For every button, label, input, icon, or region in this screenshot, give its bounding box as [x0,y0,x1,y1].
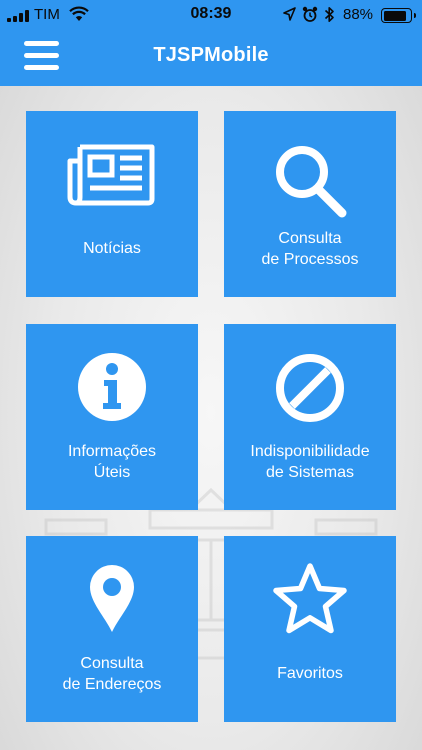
tile-label: Indisponibilidade de Sistemas [250,443,370,481]
app-header: TIM 08:39 88% TJSPMobile [0,0,422,86]
tile-consulta-enderecos[interactable]: Consulta de Endereços [26,536,198,722]
bluetooth-icon [324,7,334,22]
status-bar: TIM 08:39 88% [0,0,422,30]
tile-informacoes-uteis[interactable]: Informações Úteis [26,324,198,510]
tile-label: Favoritos [277,665,343,682]
tile-consulta-processos[interactable]: Consulta de Processos [224,111,396,297]
tile-label: Informações Úteis [67,443,157,481]
star-icon [273,563,347,634]
battery-icon [381,8,416,23]
newspaper-icon [67,144,155,206]
tile-indisponibilidade-sistemas[interactable]: Indisponibilidade de Sistemas [224,324,396,510]
location-icon [283,7,296,21]
alarm-icon [302,6,318,22]
search-icon [276,146,347,218]
tile-favoritos[interactable]: Favoritos [224,536,396,722]
app-screen: TIM 08:39 88% TJSPMobile Notícias Consul… [0,0,422,750]
tile-label: Consulta de Processos [261,230,359,268]
tile-label: Consulta de Endereços [62,655,162,693]
tile-noticias[interactable]: Notícias [26,111,198,297]
app-title: TJSPMobile [153,44,269,66]
battery-percent: 88% [343,6,374,23]
info-icon [78,353,146,421]
map-pin-icon [90,565,134,632]
prohibited-icon [276,354,344,422]
tile-label: Notícias [83,240,141,257]
